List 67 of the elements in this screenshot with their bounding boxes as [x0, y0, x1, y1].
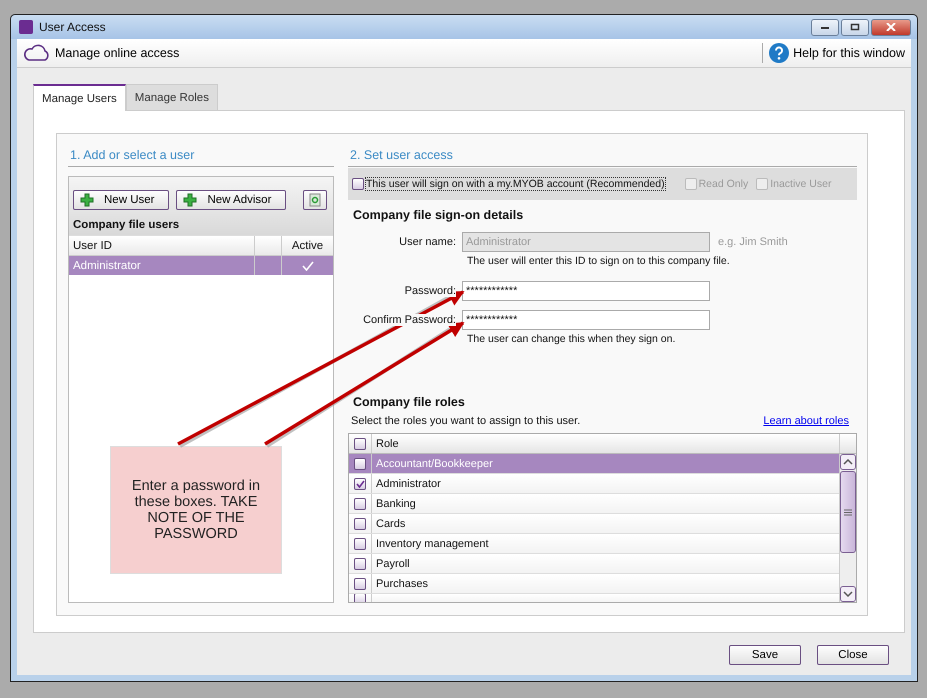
role-checkbox[interactable] [354, 458, 366, 470]
callout-note: Enter a password in these boxes. TAKE NOTE OF THE PASSWORD [110, 446, 282, 574]
section-heading: 2. Set user access [348, 148, 857, 167]
role-row[interactable]: Purchases [349, 574, 839, 594]
learn-about-roles-link[interactable]: Learn about roles [763, 415, 849, 427]
column-header: Role [375, 436, 400, 452]
scrollbar[interactable] [839, 454, 856, 602]
role-name: Banking [375, 498, 417, 510]
maximize-button[interactable] [841, 18, 869, 36]
role-checkbox[interactable] [354, 498, 366, 510]
scroll-up-icon[interactable] [840, 454, 856, 470]
scroll-thumb[interactable] [840, 471, 856, 553]
field-label: User name: [398, 236, 456, 248]
minimize-icon [820, 24, 830, 30]
role-row[interactable]: Banking [349, 494, 839, 514]
maximize-icon [850, 23, 860, 31]
role-name: Inventory management [375, 538, 490, 550]
delete-button[interactable] [303, 190, 327, 210]
role-checkbox[interactable] [354, 538, 366, 550]
field-label: Confirm Password: [363, 314, 456, 326]
window-title: User Access [39, 20, 106, 34]
role-name: Cards [375, 518, 406, 530]
confirm-password-field[interactable]: ************ [462, 310, 710, 330]
role-name: Accountant/Bookkeeper [375, 458, 494, 470]
close-button[interactable] [871, 18, 911, 36]
sign-on-title: Company file sign-on details [352, 208, 524, 222]
role-name: Purchases [375, 578, 429, 590]
users-title: Company file users [73, 219, 180, 231]
close-icon [886, 23, 896, 31]
role-row[interactable]: Administrator [349, 474, 839, 494]
role-row[interactable]: Cards [349, 514, 839, 534]
app-logo-icon [19, 20, 33, 34]
help-button[interactable]: Help for this window [767, 43, 907, 63]
plus-icon [80, 193, 94, 207]
field-note: The user can change this when they sign on. [466, 333, 676, 345]
field-label: Password: [404, 285, 456, 297]
checkbox-option[interactable]: This user will sign on with a my.MYOB account (Recommended) [352, 178, 665, 190]
table-cell: Administrator [69, 256, 255, 275]
select-all-checkbox[interactable] [354, 438, 366, 450]
add-user-button[interactable]: New Advisor [176, 190, 286, 210]
role-name: Administrator [375, 478, 442, 490]
example-hint: e.g. Jim Smith [718, 236, 788, 248]
role-name: Payroll [375, 558, 411, 570]
column-header: User ID [69, 236, 255, 255]
cloud-icon [23, 44, 51, 62]
roles-instruction: Select the roles you want to assign to this user. [351, 415, 580, 427]
role-row[interactable]: Payroll [349, 554, 839, 574]
dialog-button[interactable]: Close [817, 645, 889, 665]
section-heading: 1. Add or select a user [68, 148, 334, 167]
role-row[interactable]: Inventory management [349, 534, 839, 554]
dialog-button[interactable]: Save [729, 645, 801, 665]
role-checkbox[interactable] [354, 558, 366, 570]
minimize-button[interactable] [811, 18, 839, 36]
role-checkbox[interactable] [354, 478, 366, 490]
role-checkbox[interactable] [354, 518, 366, 530]
add-user-button[interactable]: New User [73, 190, 170, 210]
manage-online-access-button[interactable]: Manage online access [21, 44, 182, 62]
roles-title: Company file roles [352, 395, 466, 409]
plus-icon [183, 193, 198, 207]
role-checkbox[interactable] [354, 578, 366, 590]
scroll-down-icon[interactable] [840, 586, 856, 602]
help-icon [769, 43, 790, 63]
tab[interactable]: Manage Roles [126, 84, 218, 110]
column-header: Active [290, 238, 324, 254]
field-note: The user will enter this ID to sign on to this company file. [466, 255, 731, 267]
password-field[interactable]: ************ [462, 281, 710, 301]
tab[interactable]: Manage Users [33, 84, 126, 111]
